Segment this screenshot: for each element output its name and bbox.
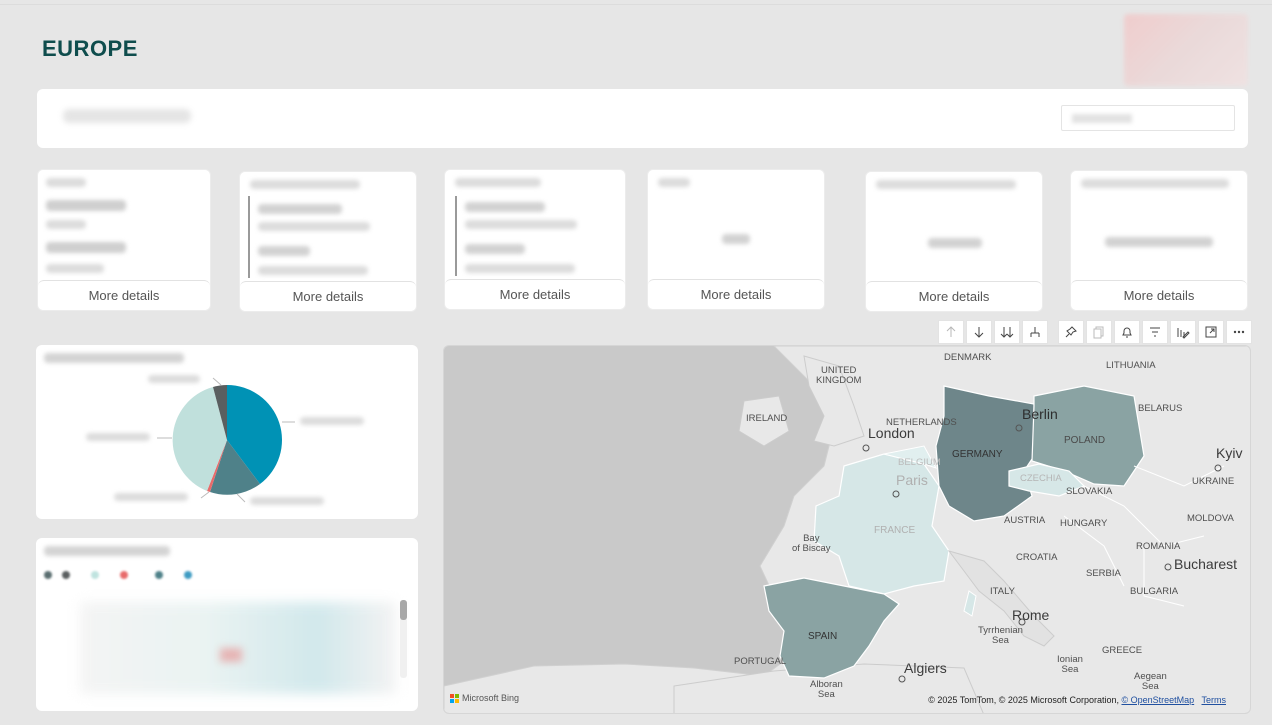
pie-chart-card (36, 345, 418, 519)
kpi-card-4: More details (647, 169, 825, 310)
scrollbar[interactable] (400, 600, 407, 678)
fees-chart-card (36, 538, 418, 711)
arrow-down-icon[interactable] (966, 320, 992, 344)
map-label: UNITED KINGDOM (816, 365, 862, 386)
map-city-label: Paris (896, 472, 928, 488)
chart-edit-icon[interactable] (1170, 320, 1196, 344)
more-options-icon[interactable] (1226, 320, 1252, 344)
bing-logo: Microsoft Bing (450, 693, 519, 703)
terms-link[interactable]: Terms (1202, 695, 1227, 705)
map-label: AUSTRIA (1004, 515, 1046, 526)
map-label: CROATIA (1016, 552, 1058, 563)
kpi-card-3: More details (444, 169, 626, 310)
focus-mode-icon[interactable] (1198, 320, 1224, 344)
map-city-label: Rome (1012, 607, 1050, 623)
map-label: ROMANIA (1136, 541, 1181, 552)
filter-bar (37, 89, 1248, 148)
map-city-label: Berlin (1022, 406, 1058, 422)
more-details-button[interactable]: More details (1071, 280, 1247, 310)
map-canvas (444, 346, 1250, 713)
map-city-label: Bucharest (1174, 556, 1238, 572)
page-title: EUROPE (42, 36, 138, 61)
kpi-card-5: More details (865, 171, 1043, 312)
map-label: Bay of Biscay (792, 533, 831, 554)
more-details-button[interactable]: More details (648, 279, 824, 309)
map-label: POLAND (1064, 435, 1106, 446)
map-label: MOLDOVA (1187, 513, 1234, 524)
map-label: Tyrrhenian Sea (978, 625, 1023, 646)
pin-icon[interactable] (1058, 320, 1084, 344)
map-label: GREECE (1102, 645, 1143, 656)
map-label: GERMANY (952, 449, 1003, 460)
map-label: HUNGARY (1060, 518, 1108, 529)
map-label: SERBIA (1086, 568, 1121, 579)
filter-dropdown[interactable] (1061, 105, 1235, 131)
openstreetmap-link[interactable]: © OpenStreetMap (1121, 695, 1194, 705)
filter-label (63, 109, 191, 123)
kpi-card-6: More details (1070, 170, 1248, 311)
more-details-button[interactable]: More details (38, 280, 210, 310)
map-label: BULGARIA (1130, 586, 1179, 597)
map-label: FRANCE (874, 525, 916, 536)
copy-icon[interactable] (1086, 320, 1112, 344)
map-label: SLOVAKIA (1066, 486, 1113, 497)
europe-map[interactable]: DENMARK LITHUANIA UNITED KINGDOM IRELAND… (443, 345, 1251, 714)
map-label: ITALY (990, 586, 1015, 597)
more-details-button[interactable]: More details (866, 281, 1042, 311)
map-city-label: Algiers (904, 660, 947, 676)
map-label: Ionian Sea (1057, 654, 1083, 675)
pie-chart (157, 377, 295, 503)
filter-icon[interactable] (1142, 320, 1168, 344)
map-label: DENMARK (944, 352, 992, 363)
more-details-button[interactable]: More details (445, 279, 625, 309)
map-label: UKRAINE (1192, 476, 1235, 487)
arrow-up-icon[interactable] (938, 320, 964, 344)
map-label: Alboran Sea (810, 679, 843, 700)
map-label: BELARUS (1138, 403, 1183, 414)
chart-legend (44, 571, 202, 582)
kpi-card-2: More details (239, 171, 417, 312)
map-city-label: London (868, 425, 915, 441)
map-label: IRELAND (746, 413, 788, 424)
expand-hierarchy-icon[interactable] (1022, 320, 1048, 344)
double-arrow-down-icon[interactable] (994, 320, 1020, 344)
map-city-label: Kyiv (1216, 445, 1243, 461)
map-label: SPAIN (808, 631, 838, 642)
company-logo (1124, 14, 1248, 86)
map-label: Aegean Sea (1134, 671, 1167, 692)
map-label: PORTUGAL (734, 656, 787, 667)
visual-toolbar (938, 320, 1254, 344)
more-details-button[interactable]: More details (240, 281, 416, 311)
kpi-card-1: More details (37, 169, 211, 311)
map-label: LITHUANIA (1106, 360, 1156, 371)
map-label: BELGIUM (898, 457, 941, 468)
map-attribution: © 2025 TomTom, © 2025 Microsoft Corporat… (928, 695, 1226, 705)
map-label: CZECHIA (1020, 473, 1062, 484)
bell-icon[interactable] (1114, 320, 1140, 344)
